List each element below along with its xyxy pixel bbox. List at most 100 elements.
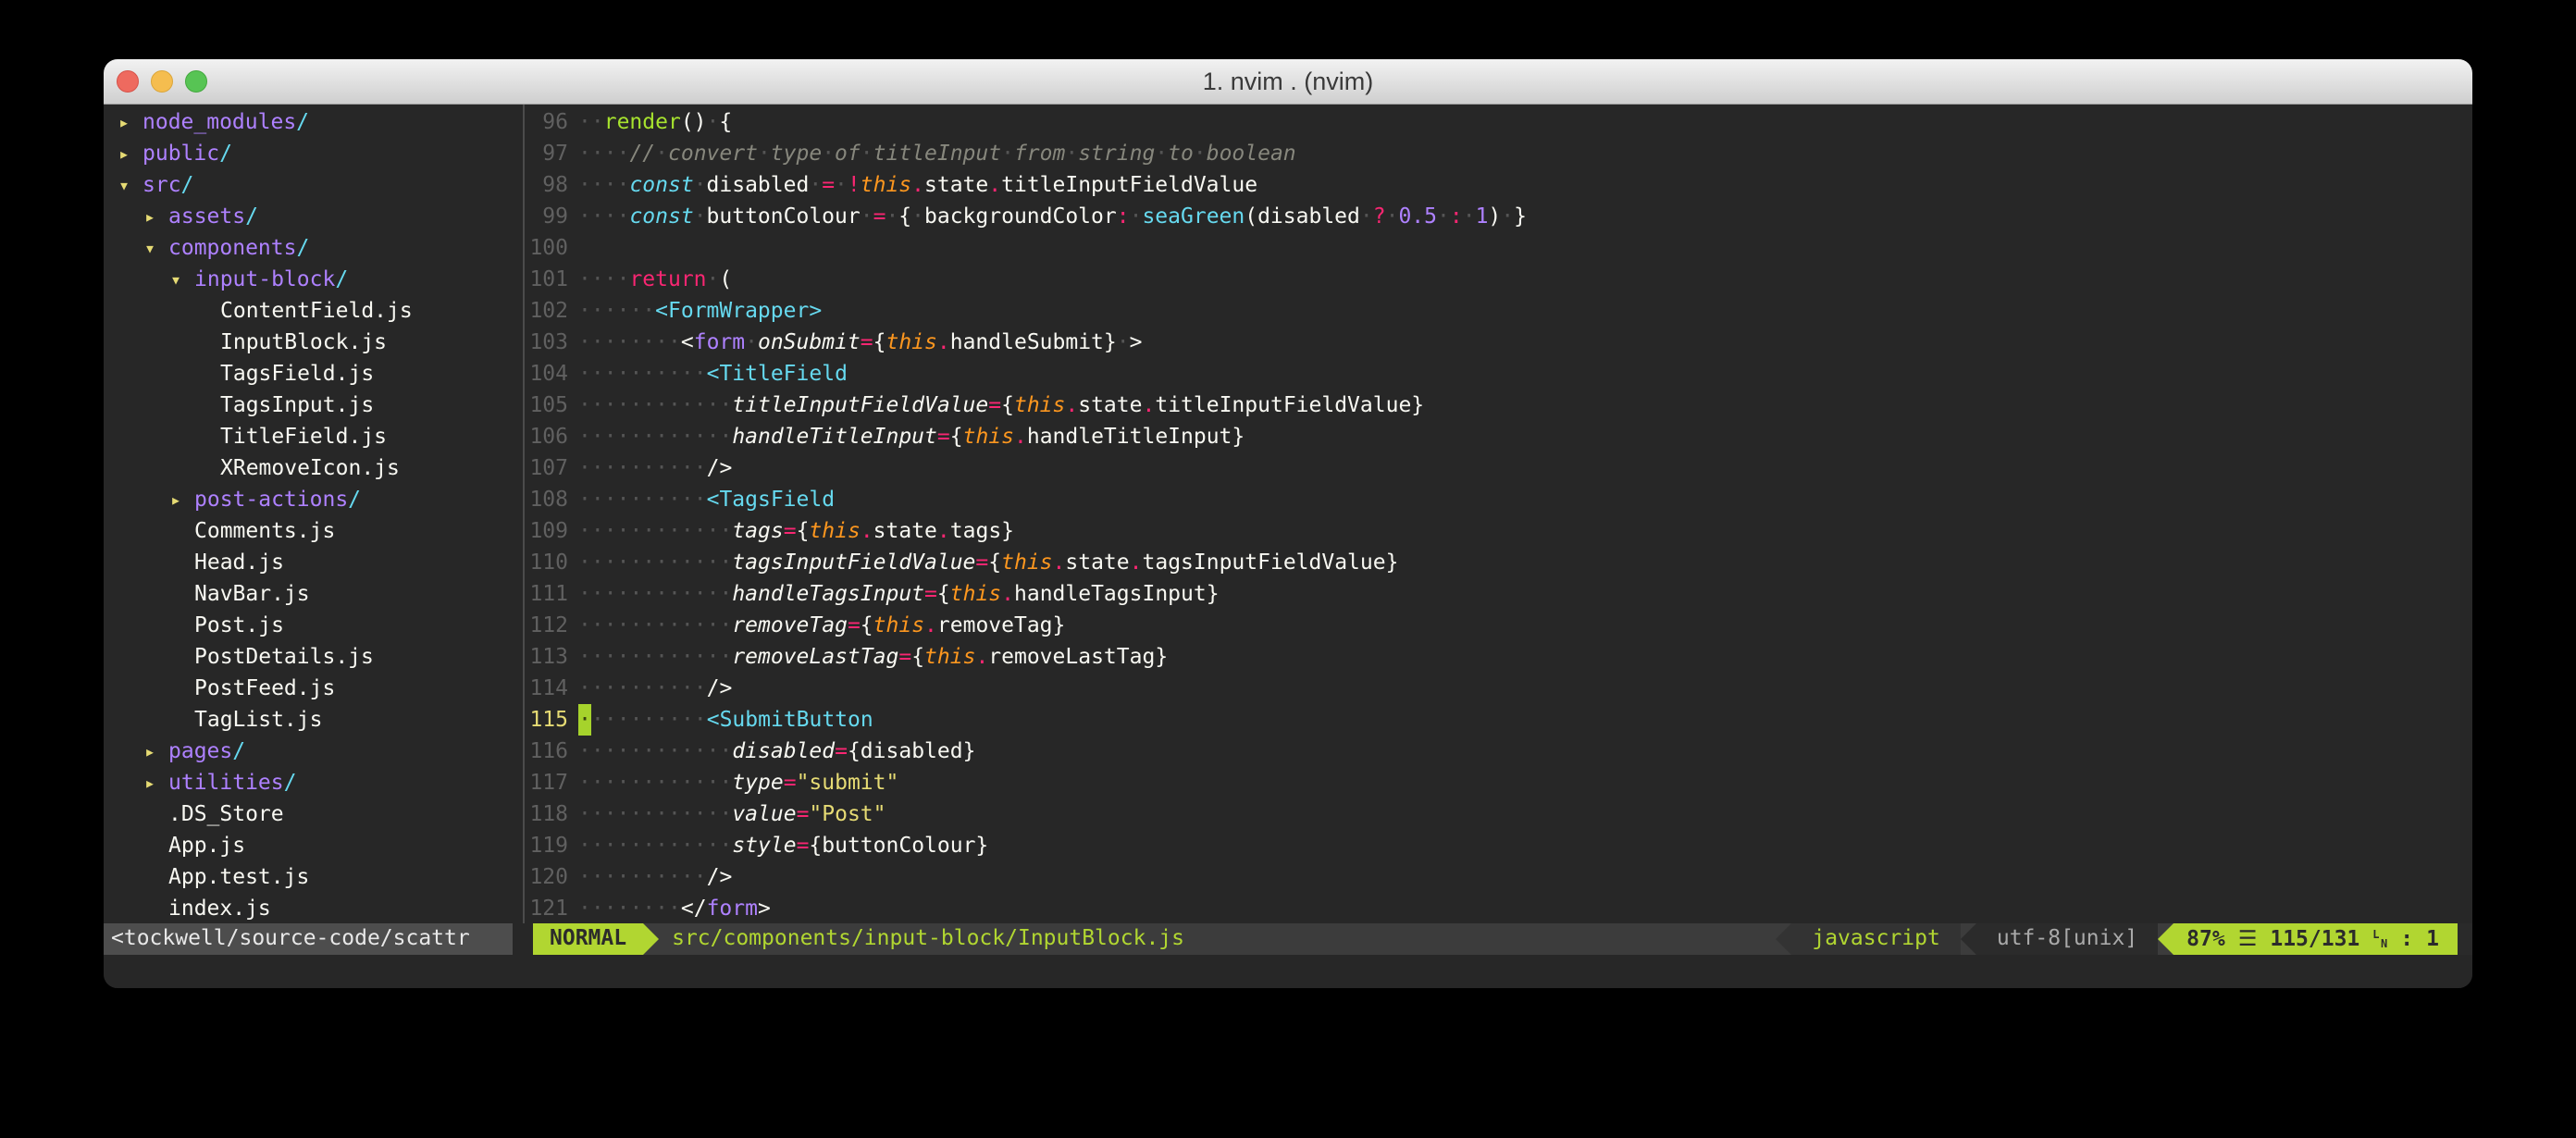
code-line-120[interactable]: 120··········/>	[525, 861, 2472, 893]
space-dot: ·	[707, 834, 720, 858]
tree-item-assets[interactable]: ▸assets/	[104, 201, 523, 232]
line-number: 117	[525, 767, 568, 798]
code-line-110[interactable]: 110············tagsInputFieldValue={this…	[525, 547, 2472, 578]
tree-statusline-path: <tockwell/source-code/scattr	[104, 923, 513, 955]
tree-item-PostDetails.js[interactable]: PostDetails.js	[104, 641, 523, 673]
space-dot: ·	[642, 739, 655, 763]
code-line-108[interactable]: 108··········<TagsField	[525, 484, 2472, 515]
space-dot: ·	[642, 834, 655, 858]
tree-item-src[interactable]: ▾src/	[104, 169, 523, 201]
collapsed-arrow-icon[interactable]: ▸	[144, 767, 168, 798]
tree-item-utilities[interactable]: ▸utilities/	[104, 767, 523, 798]
code-line-116[interactable]: 116············disabled={disabled}	[525, 736, 2472, 767]
tree-item-App.test.js[interactable]: App.test.js	[104, 861, 523, 893]
tree-item-NavBar.js[interactable]: NavBar.js	[104, 578, 523, 610]
tree-item-public[interactable]: ▸public/	[104, 138, 523, 169]
collapsed-arrow-icon[interactable]: ▸	[144, 736, 168, 767]
window-titlebar[interactable]: 1. nvim . (nvim)	[104, 59, 2472, 105]
space-dot: ·	[719, 393, 732, 417]
space-dot: ·	[655, 582, 668, 606]
code-line-115[interactable]: 115··········<SubmitButton	[525, 704, 2472, 736]
space-dot: ·	[1437, 204, 1450, 229]
collapsed-arrow-icon[interactable]: ▸	[170, 484, 194, 515]
token: this	[809, 519, 860, 543]
token: this	[950, 582, 1001, 606]
collapsed-arrow-icon[interactable]: ▸	[144, 201, 168, 232]
tree-item-Head.js[interactable]: Head.js	[104, 547, 523, 578]
space-dot: ·	[681, 393, 694, 417]
tree-item-TagList.js[interactable]: TagList.js	[104, 704, 523, 736]
tree-item-App.js[interactable]: App.js	[104, 830, 523, 861]
tree-item-TagsField.js[interactable]: TagsField.js	[104, 358, 523, 390]
code-line-113[interactable]: 113············removeLastTag={this.remov…	[525, 641, 2472, 673]
space-dot: ·	[719, 425, 732, 449]
token: =	[784, 771, 797, 795]
code-line-97[interactable]: 97····//·convert·type·of·titleInput·from…	[525, 138, 2472, 169]
space-dot: ·	[578, 142, 591, 166]
tree-item-Comments.js[interactable]: Comments.js	[104, 515, 523, 547]
space-dot: ·	[629, 865, 642, 889]
code-line-98[interactable]: 98····const·disabled·=·!this.state.title…	[525, 169, 2472, 201]
code-line-105[interactable]: 105············titleInputFieldValue={thi…	[525, 390, 2472, 421]
code-line-118[interactable]: 118············value="Post"	[525, 798, 2472, 830]
collapsed-arrow-icon[interactable]: ▸	[118, 106, 142, 138]
tree-item-index.js[interactable]: index.js	[104, 893, 523, 923]
tree-item-pages[interactable]: ▸pages/	[104, 736, 523, 767]
space-dot: ·	[591, 613, 604, 637]
code-text: ····//·convert·type·of·titleInput·from·s…	[578, 138, 1296, 169]
tree-item-components[interactable]: ▾components/	[104, 232, 523, 264]
tree-item-ContentField.js[interactable]: ContentField.js	[104, 295, 523, 327]
tree-item-input-block[interactable]: ▾input-block/	[104, 264, 523, 295]
code-line-104[interactable]: 104··········<TitleField	[525, 358, 2472, 390]
space-dot: ·	[668, 393, 681, 417]
tree-item-node_modules[interactable]: ▸node_modules/	[104, 106, 523, 138]
code-line-111[interactable]: 111············handleTagsInput={this.han…	[525, 578, 2472, 610]
directory-slash: /	[245, 204, 258, 229]
code-line-106[interactable]: 106············handleTitleInput={this.ha…	[525, 421, 2472, 452]
token: //	[629, 142, 655, 166]
collapsed-arrow-icon[interactable]: ▸	[118, 138, 142, 169]
code-line-112[interactable]: 112············removeTag={this.removeTag…	[525, 610, 2472, 641]
code-line-100[interactable]: 100	[525, 232, 2472, 264]
file-label: Head.js	[194, 550, 284, 575]
expanded-arrow-icon[interactable]: ▾	[170, 264, 194, 295]
token: 1	[1476, 204, 1489, 229]
token: boolean	[1207, 142, 1296, 166]
tree-item-InputBlock.js[interactable]: InputBlock.js	[104, 327, 523, 358]
file-tree[interactable]: ▸node_modules/▸public/▾src/▸assets/▾comp…	[104, 105, 523, 923]
code-line-121[interactable]: 121········</form>	[525, 893, 2472, 923]
token: =	[848, 613, 861, 637]
code-line-119[interactable]: 119············style={buttonColour}	[525, 830, 2472, 861]
lines-icon: ☰	[2238, 924, 2258, 955]
tree-item-TitleField.js[interactable]: TitleField.js	[104, 421, 523, 452]
code-line-107[interactable]: 107··········/>	[525, 452, 2472, 484]
tree-item-XRemoveIcon.js[interactable]: XRemoveIcon.js	[104, 452, 523, 484]
code-line-109[interactable]: 109············tags={this.state.tags}	[525, 515, 2472, 547]
expanded-arrow-icon[interactable]: ▾	[144, 232, 168, 264]
tree-item-.DS_Store[interactable]: .DS_Store	[104, 798, 523, 830]
space-dot: ·	[642, 613, 655, 637]
code-line-117[interactable]: 117············type="submit"	[525, 767, 2472, 798]
tree-item-Post.js[interactable]: Post.js	[104, 610, 523, 641]
code-line-96[interactable]: 96··render()·{	[525, 106, 2472, 138]
token: removeLastTag	[988, 645, 1155, 669]
code-line-114[interactable]: 114··········/>	[525, 673, 2472, 704]
tree-item-PostFeed.js[interactable]: PostFeed.js	[104, 673, 523, 704]
code-line-101[interactable]: 101····return·(	[525, 264, 2472, 295]
expanded-arrow-icon[interactable]: ▾	[118, 169, 142, 201]
space-dot: ·	[655, 142, 668, 166]
editor-pane[interactable]: 96··render()·{97····//·convert·type·of·t…	[525, 105, 2472, 923]
space-dot: ·	[886, 204, 898, 229]
zoom-button[interactable]	[185, 70, 207, 93]
code-text: ····const·buttonColour·=·{·backgroundCol…	[578, 201, 1527, 232]
code-line-102[interactable]: 102······<FormWrapper>	[525, 295, 2472, 327]
space-dot: ·	[604, 771, 617, 795]
token: {disabled}	[848, 739, 975, 763]
code-line-99[interactable]: 99····const·buttonColour·=·{·backgroundC…	[525, 201, 2472, 232]
close-button[interactable]	[117, 70, 139, 93]
minimize-button[interactable]	[151, 70, 173, 93]
tree-item-post-actions[interactable]: ▸post-actions/	[104, 484, 523, 515]
code-line-103[interactable]: 103········<form·onSubmit={this.handleSu…	[525, 327, 2472, 358]
space-dot: ·	[617, 865, 630, 889]
tree-item-TagsInput.js[interactable]: TagsInput.js	[104, 390, 523, 421]
